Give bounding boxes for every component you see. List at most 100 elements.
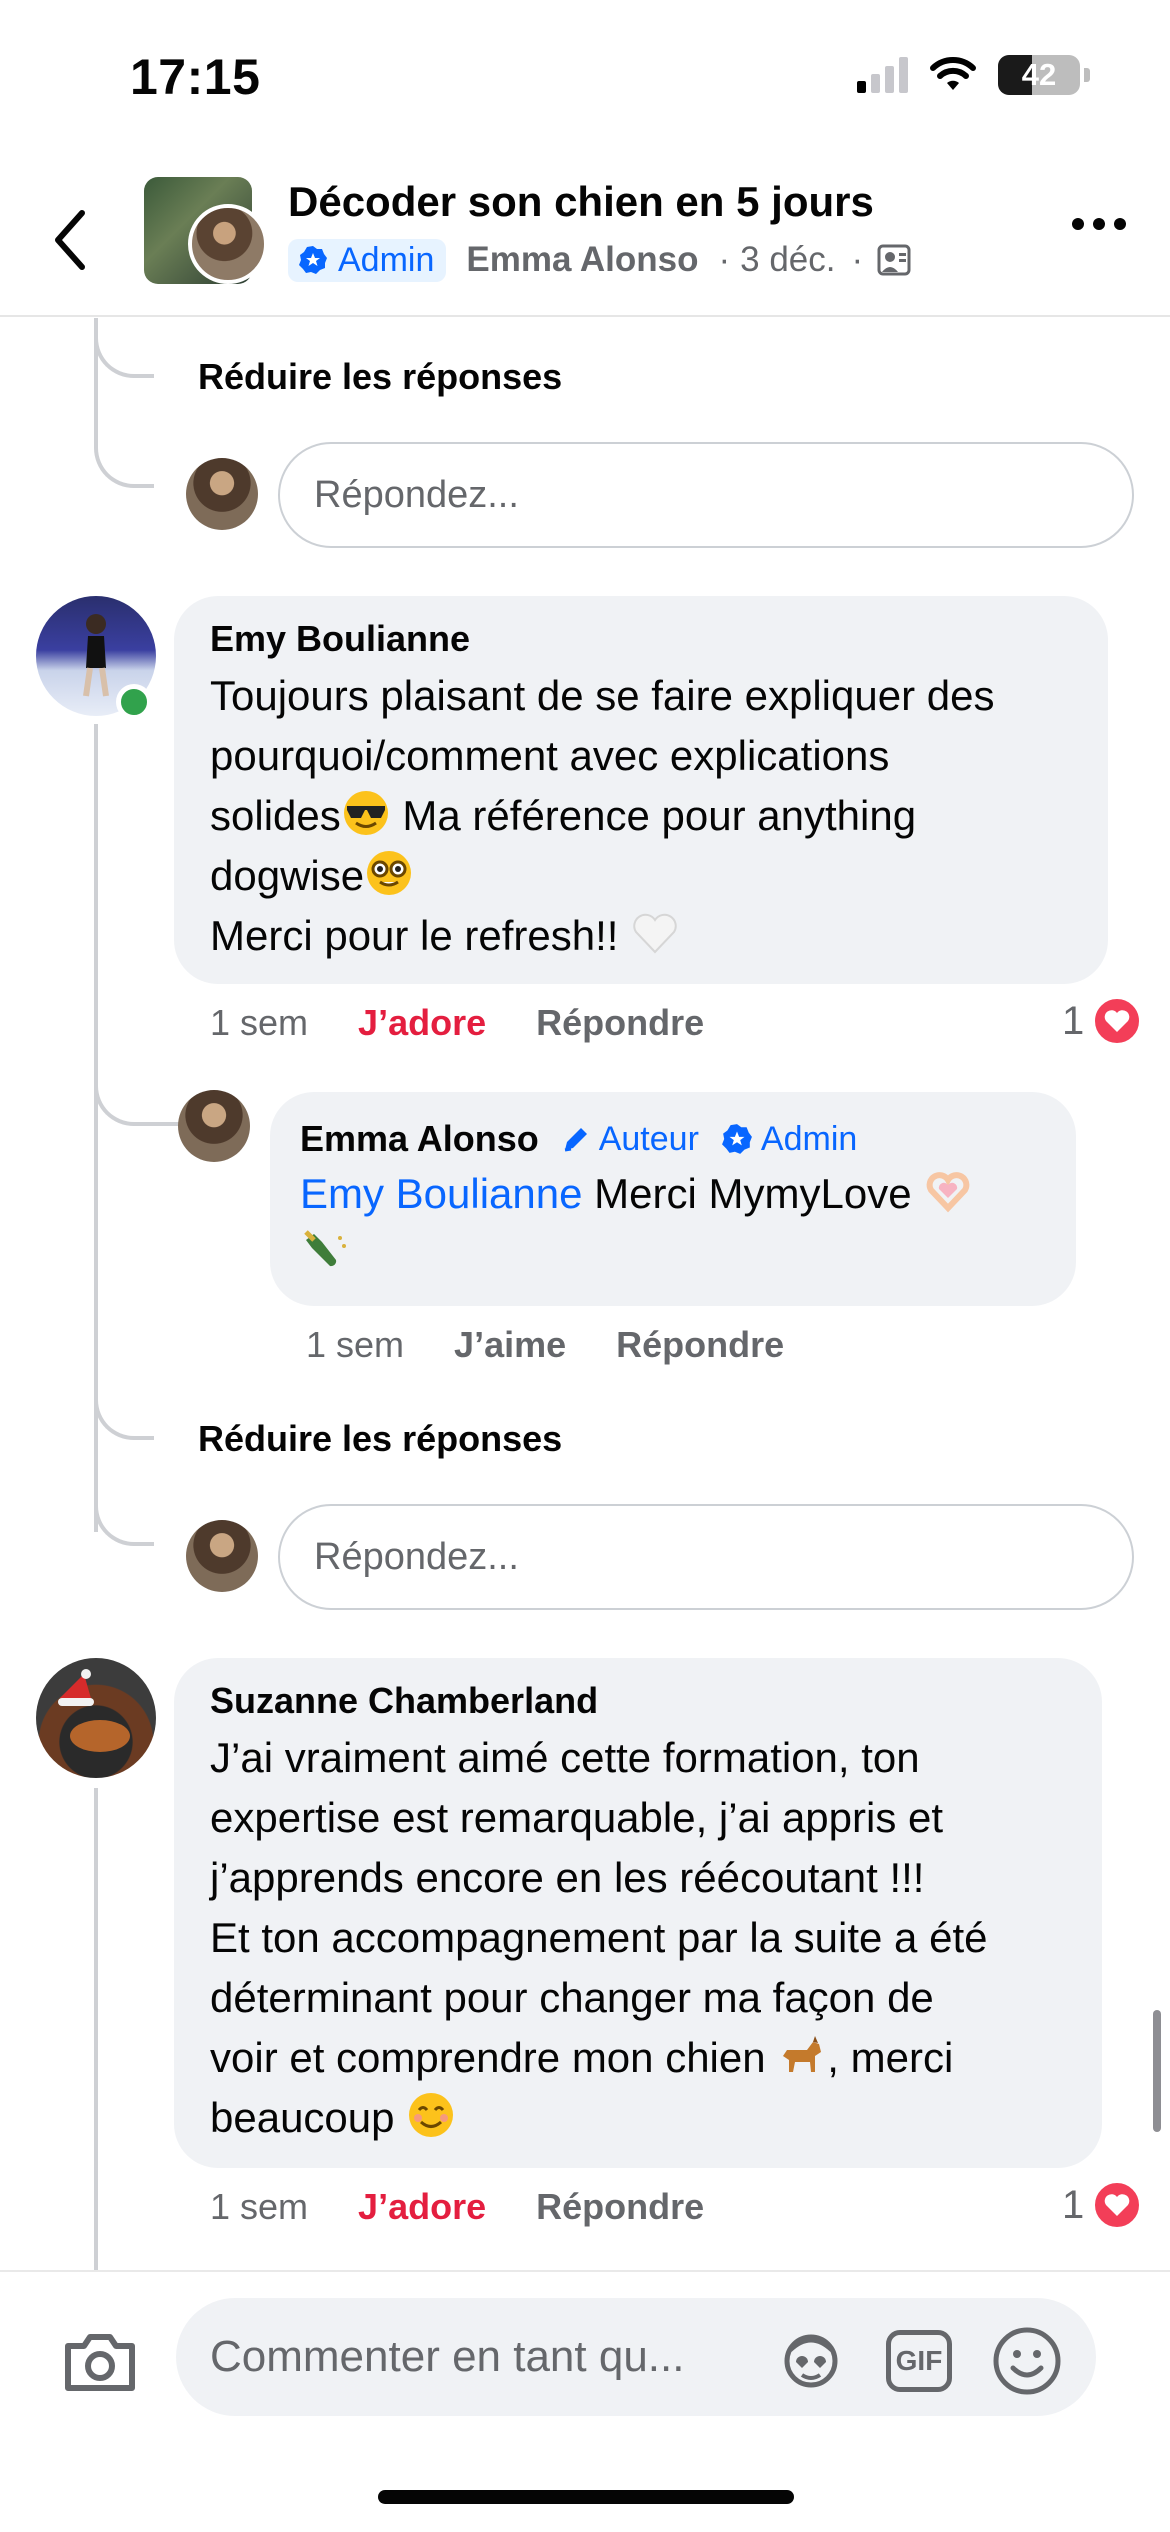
reaction-summary[interactable]: 1	[1062, 996, 1143, 1046]
collapse-replies-button[interactable]: Réduire les réponses	[198, 1418, 562, 1460]
champagne-emoji-icon	[304, 1230, 346, 1267]
chevron-left-icon	[55, 210, 85, 270]
dog-emoji-icon	[783, 2036, 822, 2072]
thread-branch	[94, 420, 154, 488]
members-audience-icon	[877, 244, 911, 276]
status-icons: 42	[857, 52, 1090, 98]
scrollbar[interactable]	[1153, 2010, 1161, 2132]
reply-header: Emma Alonso Auteur Admin	[300, 1118, 1046, 1160]
comment-line: Toujours plaisant de se faire expliquer …	[210, 672, 995, 719]
reply-author-avatar[interactable]	[178, 1090, 250, 1162]
admin-tag-label: Admin	[760, 1119, 858, 1158]
thread-branch	[94, 318, 154, 378]
camera-icon[interactable]	[62, 2332, 138, 2394]
reply-text: Emy Boulianne Merci MymyLove	[300, 1164, 1046, 1284]
comment-line: expertise est remarquable, j’ai appris e…	[210, 1794, 944, 1841]
meta-separator: ·	[718, 240, 731, 279]
emoji-icon[interactable]	[992, 2326, 1062, 2396]
reply-author[interactable]: Emma Alonso	[300, 1118, 539, 1160]
online-status-dot	[116, 684, 152, 720]
comment-actions: 1 sem J’adore Répondre	[210, 1002, 704, 1044]
group-title[interactable]: Décoder son chien en 5 jours	[288, 178, 874, 226]
thread-branch	[94, 1480, 154, 1546]
avatar-sticker-icon[interactable]	[774, 2328, 848, 2390]
admin-star-icon	[299, 246, 327, 274]
reply-line-part: Merci MymyLove	[582, 1170, 912, 1217]
comment-author[interactable]: Emy Boulianne	[210, 618, 1072, 660]
more-dots-icon	[1072, 218, 1084, 230]
pencil-icon	[564, 1128, 587, 1152]
status-time: 17:15	[130, 49, 261, 105]
comment-line: déterminant pour changer ma façon de	[210, 1974, 934, 2021]
thread-branch	[94, 1060, 180, 1126]
comment-line: dogwise	[210, 846, 1072, 906]
comment-line: voir et comprendre mon chien , merci	[210, 2028, 1066, 2088]
comment-line-part: beaucoup	[210, 2094, 407, 2141]
comment-author[interactable]: Suzanne Chamberland	[210, 1680, 1066, 1722]
battery-level: 42	[1021, 57, 1057, 92]
reply-line	[300, 1224, 1046, 1284]
commenter-avatar[interactable]	[36, 1658, 156, 1778]
heart-hands-emoji-icon	[926, 1172, 970, 1213]
comment-line-part: solides	[210, 792, 341, 839]
mention-link[interactable]: Emy Boulianne	[300, 1170, 583, 1217]
comment-time[interactable]: 1 sem	[210, 1002, 308, 1044]
back-button[interactable]	[40, 205, 100, 275]
reply-line: Emy Boulianne Merci MymyLove	[300, 1164, 1046, 1224]
comment-line-part: Merci pour le refresh!!	[210, 912, 631, 959]
comment-line: J’ai vraiment aimé cette formation, ton	[210, 1734, 920, 1781]
comment-line: pourquoi/comment avec explications	[210, 732, 890, 779]
current-user-avatar	[186, 1520, 258, 1592]
comment-input[interactable]: Commenter en tant qu...	[176, 2298, 1096, 2416]
comment-line-part: voir et comprendre mon chien	[210, 2034, 778, 2081]
more-options-button[interactable]	[1072, 218, 1126, 230]
reaction-count: 1	[1062, 998, 1085, 1043]
battery-icon: 42	[998, 55, 1080, 95]
gif-label: GIF	[895, 2345, 943, 2376]
reply-input[interactable]: Répondez...	[278, 1504, 1134, 1610]
post-meta: Admin Emma Alonso · 3 déc. ·	[288, 235, 911, 285]
comment-bubble[interactable]: Suzanne Chamberland J’ai vraiment aimé c…	[174, 1658, 1102, 2168]
comment-time[interactable]: 1 sem	[210, 2186, 308, 2228]
reaction-count: 1	[1062, 2182, 1085, 2227]
admin-tag[interactable]: Admin	[721, 1120, 857, 1159]
love-reaction-button[interactable]: J’adore	[358, 1002, 486, 1044]
cellular-signal-icon	[857, 57, 908, 93]
comment-line: solides Ma référence pour anything	[210, 786, 1072, 846]
like-button[interactable]: J’aime	[454, 1324, 566, 1366]
author-avatar[interactable]	[188, 204, 268, 284]
white-heart-emoji-icon	[633, 913, 677, 954]
reply-time[interactable]: 1 sem	[306, 1324, 404, 1366]
love-reaction-icon	[1092, 996, 1143, 1046]
author-tag-label: Auteur	[598, 1119, 699, 1158]
reply-bubble[interactable]: Emma Alonso Auteur Admin Emy Boulianne M…	[270, 1092, 1076, 1306]
smiling-face-emoji-icon	[409, 2093, 454, 2137]
love-reaction-button[interactable]: J’adore	[358, 2186, 486, 2228]
post-date[interactable]: 3 déc.	[740, 240, 835, 280]
comment-line: beaucoup	[210, 2088, 1066, 2148]
comment-actions: 1 sem J’adore Répondre	[210, 2186, 704, 2228]
admin-star-icon	[721, 1124, 752, 1154]
reaction-summary[interactable]: 1	[1062, 2180, 1143, 2230]
comment-line: Et ton accompagnement par la suite a été	[210, 1914, 988, 1961]
thread-line	[94, 1788, 98, 2272]
admin-badge[interactable]: Admin	[288, 238, 447, 282]
reply-actions: 1 sem J’aime Répondre	[306, 1324, 784, 1366]
author-tag[interactable]: Auteur	[561, 1120, 699, 1159]
home-indicator[interactable]	[378, 2490, 794, 2504]
comment-text: J’ai vraiment aimé cette formation, ton …	[210, 1728, 1066, 2148]
battery-cap	[1084, 68, 1090, 82]
reply-button[interactable]: Répondre	[616, 1324, 784, 1366]
collapse-replies-button[interactable]: Réduire les réponses	[198, 356, 562, 398]
post-author[interactable]: Emma Alonso	[466, 240, 698, 280]
nerd-emoji-icon	[367, 851, 412, 895]
sunglasses-emoji-icon	[343, 791, 388, 835]
reply-input[interactable]: Répondez...	[278, 442, 1134, 548]
reply-button[interactable]: Répondre	[536, 1002, 704, 1044]
comment-line-part: dogwise	[210, 852, 365, 899]
love-reaction-icon	[1092, 2180, 1143, 2230]
comment-line: Merci pour le refresh!!	[210, 906, 1072, 966]
reply-button[interactable]: Répondre	[536, 2186, 704, 2228]
gif-button[interactable]: GIF	[886, 2330, 952, 2392]
comment-bubble[interactable]: Emy Boulianne Toujours plaisant de se fa…	[174, 596, 1108, 984]
